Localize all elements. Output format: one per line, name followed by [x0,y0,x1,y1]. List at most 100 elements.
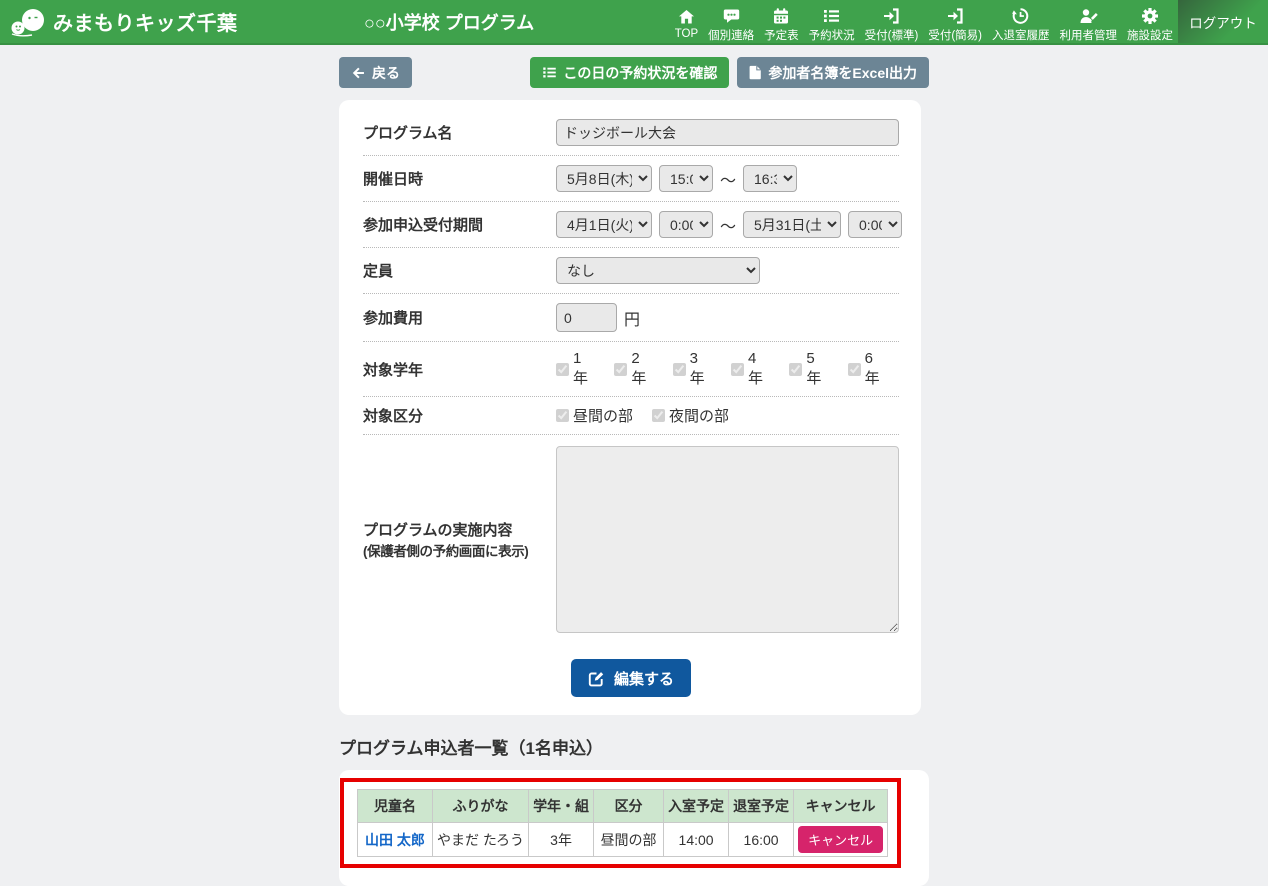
event-datetime-label: 開催日時 [363,168,556,189]
grade-checkbox-2: 2年 [614,350,648,388]
checkbox-icon [614,363,627,376]
nav-item-facility-settings[interactable]: 施設設定 [1122,0,1178,43]
fee-unit-label: 円 [624,306,640,330]
nav-item-entry-exit-history[interactable]: 入退室履歴 [987,0,1055,43]
toolbar: 戻る この日の予約状況を確認 [339,57,929,88]
event-end-time-select: 16:30 [743,165,797,192]
header-cancel: キャンセル [794,790,888,823]
cell-category: 昼間の部 [594,823,664,857]
toolbar-right-group: この日の予約状況を確認 参加者名簿をExcel出力 [530,57,929,88]
form-row-program-name: プログラム名 [363,110,899,156]
period-start-date-select: 4月1日(火) [556,211,652,238]
form-row-description: プログラムの実施内容 (保護者側の予約画面に表示) [363,435,899,643]
form-row-capacity: 定員 なし [363,248,899,294]
sign-in-icon [882,7,901,25]
checkbox-icon [673,363,686,376]
annotation-highlight-box: 児童名 ふりがな 学年・組 区分 入室予定 退室予定 キャンセル 山田 太郎 や [340,778,901,868]
cell-furigana: やまだ たろう [433,823,529,857]
navbar: みまもりキッズ千葉 ○○小学校 プログラム TOP 個別連絡 [0,0,1268,45]
form-row-fee: 参加費用 円 [363,294,899,342]
form-row-event-datetime: 開催日時 5月8日(木) 15:00 ～ 16:30 [363,156,899,202]
form-row-grades: 対象学年 1年 2年 3年 4年 5年 [363,342,899,397]
description-label: プログラムの実施内容 (保護者側の予約画面に表示) [363,519,556,560]
brand-text: みまもりキッズ千葉 [53,7,238,36]
program-name-label: プログラム名 [363,122,556,143]
home-icon [677,7,696,26]
edit-button[interactable]: 編集する [571,659,691,697]
sign-in-icon [946,7,965,25]
nav-item-reception-standard[interactable]: 受付(標準) [860,0,924,43]
header-furigana: ふりがな [433,790,529,823]
back-button[interactable]: 戻る [339,57,412,88]
fee-input [556,303,617,332]
tilde-separator: ～ [720,213,736,237]
grade-checkbox-3: 3年 [673,350,707,388]
grade-checkbox-6: 6年 [848,350,882,388]
edit-button-area: 編集する [363,659,899,697]
header-grade: 学年・組 [529,790,594,823]
check-reservations-button[interactable]: この日の予約状況を確認 [530,57,729,88]
nav-item-reception-simple[interactable]: 受付(簡易) [923,0,987,43]
tilde-separator: ～ [720,167,736,191]
cell-entry: 14:00 [664,823,729,857]
program-detail-card: プログラム名 開催日時 5月8日(木) 15:00 ～ 16:30 [339,100,921,715]
checkbox-icon [556,409,569,422]
table-row: 山田 太郎 やまだ たろう 3年 昼間の部 14:00 16:00 キャンセル [358,823,888,857]
cell-grade: 3年 [529,823,594,857]
category-checkbox-day: 昼間の部 [556,405,633,426]
form-row-category: 対象区分 昼間の部 夜間の部 [363,397,899,435]
user-edit-icon [1079,7,1098,25]
program-name-input [556,119,899,146]
period-end-time-select: 0:00 [848,211,902,238]
grades-label: 対象学年 [363,359,556,380]
checkbox-icon [848,363,861,376]
description-textarea [556,446,899,633]
list-icon [542,65,557,80]
table-header-row: 児童名 ふりがな 学年・組 区分 入室予定 退室予定 キャンセル [358,790,888,823]
period-start-time-select: 0:00 [659,211,713,238]
capacity-select: なし [556,257,760,284]
header-exit-time: 退室予定 [729,790,794,823]
file-icon [749,65,762,80]
main-nav: TOP 個別連絡 予定表 [670,0,1178,43]
calendar-icon [772,7,790,25]
event-date-select: 5月8日(木) [556,165,652,192]
nav-item-top[interactable]: TOP [670,0,703,43]
applicants-table: 児童名 ふりがな 学年・組 区分 入室予定 退室予定 キャンセル 山田 太郎 や [357,789,888,857]
category-label: 対象区分 [363,405,556,426]
arrow-left-icon [351,66,366,80]
brand-logo[interactable]: みまもりキッズ千葉 [0,0,242,43]
logout-link[interactable]: ログアウト [1178,0,1268,43]
header-child-name: 児童名 [358,790,433,823]
history-icon [1011,7,1030,25]
nav-item-schedule[interactable]: 予定表 [759,0,804,43]
comment-icon [722,7,741,25]
applicants-heading: プログラム申込者一覧（1名申込） [339,734,929,759]
cancel-reservation-button[interactable]: キャンセル [798,826,883,853]
grade-checkbox-4: 4年 [731,350,765,388]
capacity-label: 定員 [363,260,556,281]
nav-item-reservation-status[interactable]: 予約状況 [804,0,860,43]
category-checkbox-night: 夜間の部 [652,405,729,426]
mascot-logo-icon [10,7,46,37]
applicants-card: 児童名 ふりがな 学年・組 区分 入室予定 退室予定 キャンセル 山田 太郎 や [339,770,929,886]
event-start-time-select: 15:00 [659,165,713,192]
checkbox-icon [556,363,569,376]
edit-pencil-icon [588,670,605,687]
checkbox-icon [731,363,744,376]
excel-export-button[interactable]: 参加者名簿をExcel出力 [737,57,929,88]
main-content: 戻る この日の予約状況を確認 [0,57,1268,886]
header-category: 区分 [594,790,664,823]
grade-checkbox-5: 5年 [789,350,823,388]
list-icon [822,7,841,25]
period-end-date-select: 5月31日(土) [743,211,841,238]
cell-exit: 16:00 [729,823,794,857]
nav-item-user-management[interactable]: 利用者管理 [1055,0,1123,43]
nav-item-individual-contact[interactable]: 個別連絡 [703,0,759,43]
form-row-application-period: 参加申込受付期間 4月1日(火) 0:00 ～ 5月31日(土) 0:00 [363,202,899,248]
fee-label: 参加費用 [363,307,556,328]
child-name-link[interactable]: 山田 太郎 [365,832,425,848]
checkbox-icon [652,409,665,422]
gear-icon [1141,7,1159,25]
header-entry-time: 入室予定 [664,790,729,823]
